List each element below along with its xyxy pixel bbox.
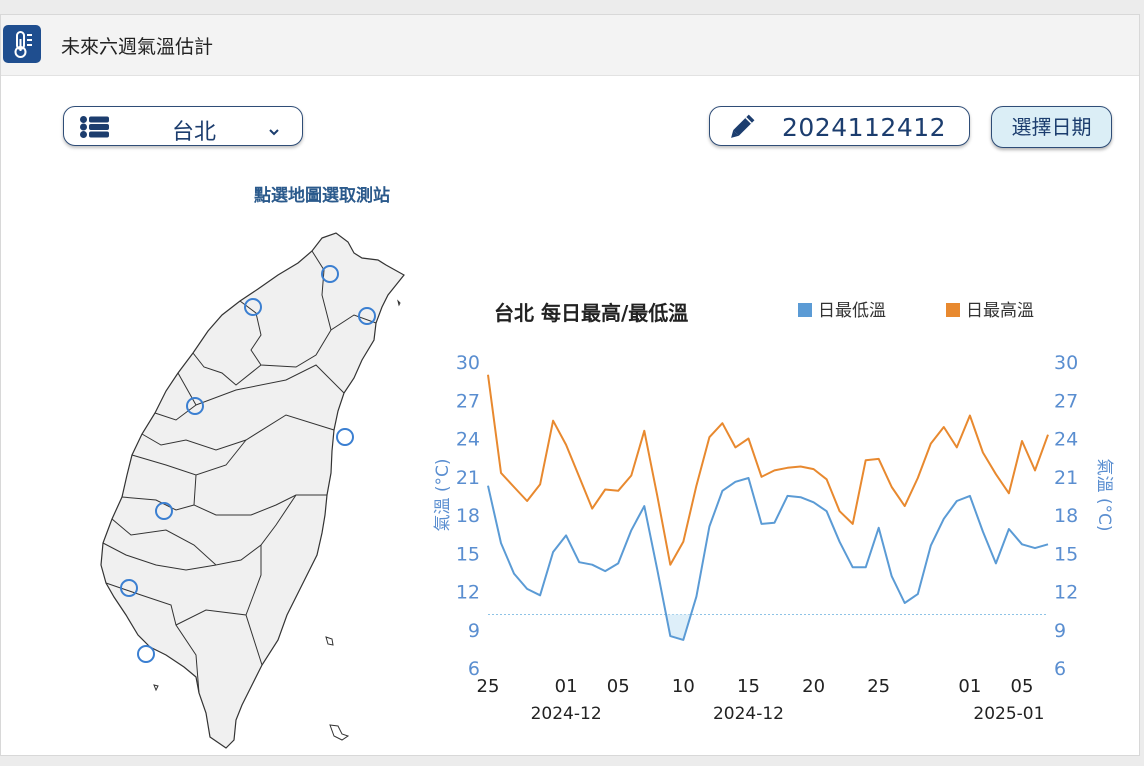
- date-input[interactable]: 2024112412: [709, 106, 970, 146]
- chevron-down-icon: [269, 121, 279, 140]
- y-tick-label-right: 27: [1054, 390, 1078, 412]
- panel-title: 未來六週氣溫估計: [61, 36, 214, 58]
- y-tick-label-left: 30: [456, 352, 480, 374]
- legend-swatch-max: [946, 303, 960, 317]
- series-line-min: [487, 477, 1049, 641]
- x-tick-label: 20: [802, 676, 825, 697]
- station-marker-kaohsiung[interactable]: [137, 645, 155, 663]
- x-tick-label: 05: [1011, 676, 1034, 697]
- x-tick-label: 10: [672, 676, 695, 697]
- select-date-button[interactable]: 選擇日期: [991, 106, 1112, 148]
- legend-label-min[interactable]: 日最低溫: [818, 301, 886, 321]
- pencil-icon: [726, 114, 756, 146]
- x-month-label: 2025-01: [973, 704, 1044, 724]
- x-month-label: 2024-12: [531, 704, 602, 724]
- x-tick-label: 25: [477, 676, 500, 697]
- legend-label-max[interactable]: 日最高溫: [966, 301, 1034, 321]
- y-tick-label-left: 21: [456, 467, 480, 489]
- y-tick-label-right: 15: [1054, 543, 1078, 565]
- y-axis-label-left: 氣溫 (°C): [433, 458, 453, 531]
- y-tick-label-right: 6: [1054, 658, 1066, 680]
- thermometer-icon: [3, 25, 41, 63]
- taiwan-map[interactable]: [86, 215, 416, 755]
- y-tick-label-left: 18: [456, 505, 480, 527]
- station-marker-hualien[interactable]: [336, 428, 354, 446]
- x-tick-label: 15: [737, 676, 760, 697]
- y-tick-label-right: 9: [1054, 620, 1066, 642]
- y-tick-label-left: 9: [468, 620, 480, 642]
- date-value: 2024112412: [782, 113, 947, 142]
- series-line-max: [487, 374, 1049, 566]
- station-value: 台北: [172, 120, 217, 145]
- chart-title: 台北 每日最高/最低溫: [494, 301, 688, 325]
- x-month-label: 2024-12: [713, 704, 784, 724]
- y-tick-label-left: 27: [456, 390, 480, 412]
- x-tick-label: 01: [555, 676, 578, 697]
- y-tick-label-right: 21: [1054, 467, 1078, 489]
- chart-legend[interactable]: 日最低溫 日最高溫: [798, 301, 1034, 321]
- forecast-panel: 未來六週氣溫估計 台北 2024112412 選擇日期 點選地圖選取測站 台北 …: [0, 14, 1140, 756]
- map-hint: 點選地圖選取測站: [254, 186, 390, 206]
- x-tick-label: 25: [867, 676, 890, 697]
- x-tick-label: 01: [958, 676, 981, 697]
- y-axis-label-right: 氣溫 (°C): [1094, 458, 1114, 531]
- x-tick-label: 05: [607, 676, 630, 697]
- orchid-island: [329, 724, 350, 741]
- y-tick-label-left: 15: [456, 543, 480, 565]
- legend-swatch-min: [798, 303, 812, 317]
- y-tick-label-right: 24: [1054, 429, 1078, 451]
- list-icon: [80, 116, 110, 142]
- y-tick-label-left: 12: [456, 582, 480, 604]
- panel-header: 未來六週氣溫估計: [1, 15, 1139, 76]
- y-tick-label-right: 12: [1054, 582, 1078, 604]
- y-tick-label-right: 30: [1054, 352, 1078, 374]
- y-tick-label-left: 24: [456, 429, 480, 451]
- penghu-island: [325, 636, 334, 646]
- temperature-chart: 台北 每日最高/最低溫 日最低溫 日最高溫 氣溫 (°C) 氣溫 (°C) 30…: [433, 301, 1114, 724]
- y-tick-label-right: 18: [1054, 505, 1078, 527]
- station-select[interactable]: 台北: [63, 106, 303, 146]
